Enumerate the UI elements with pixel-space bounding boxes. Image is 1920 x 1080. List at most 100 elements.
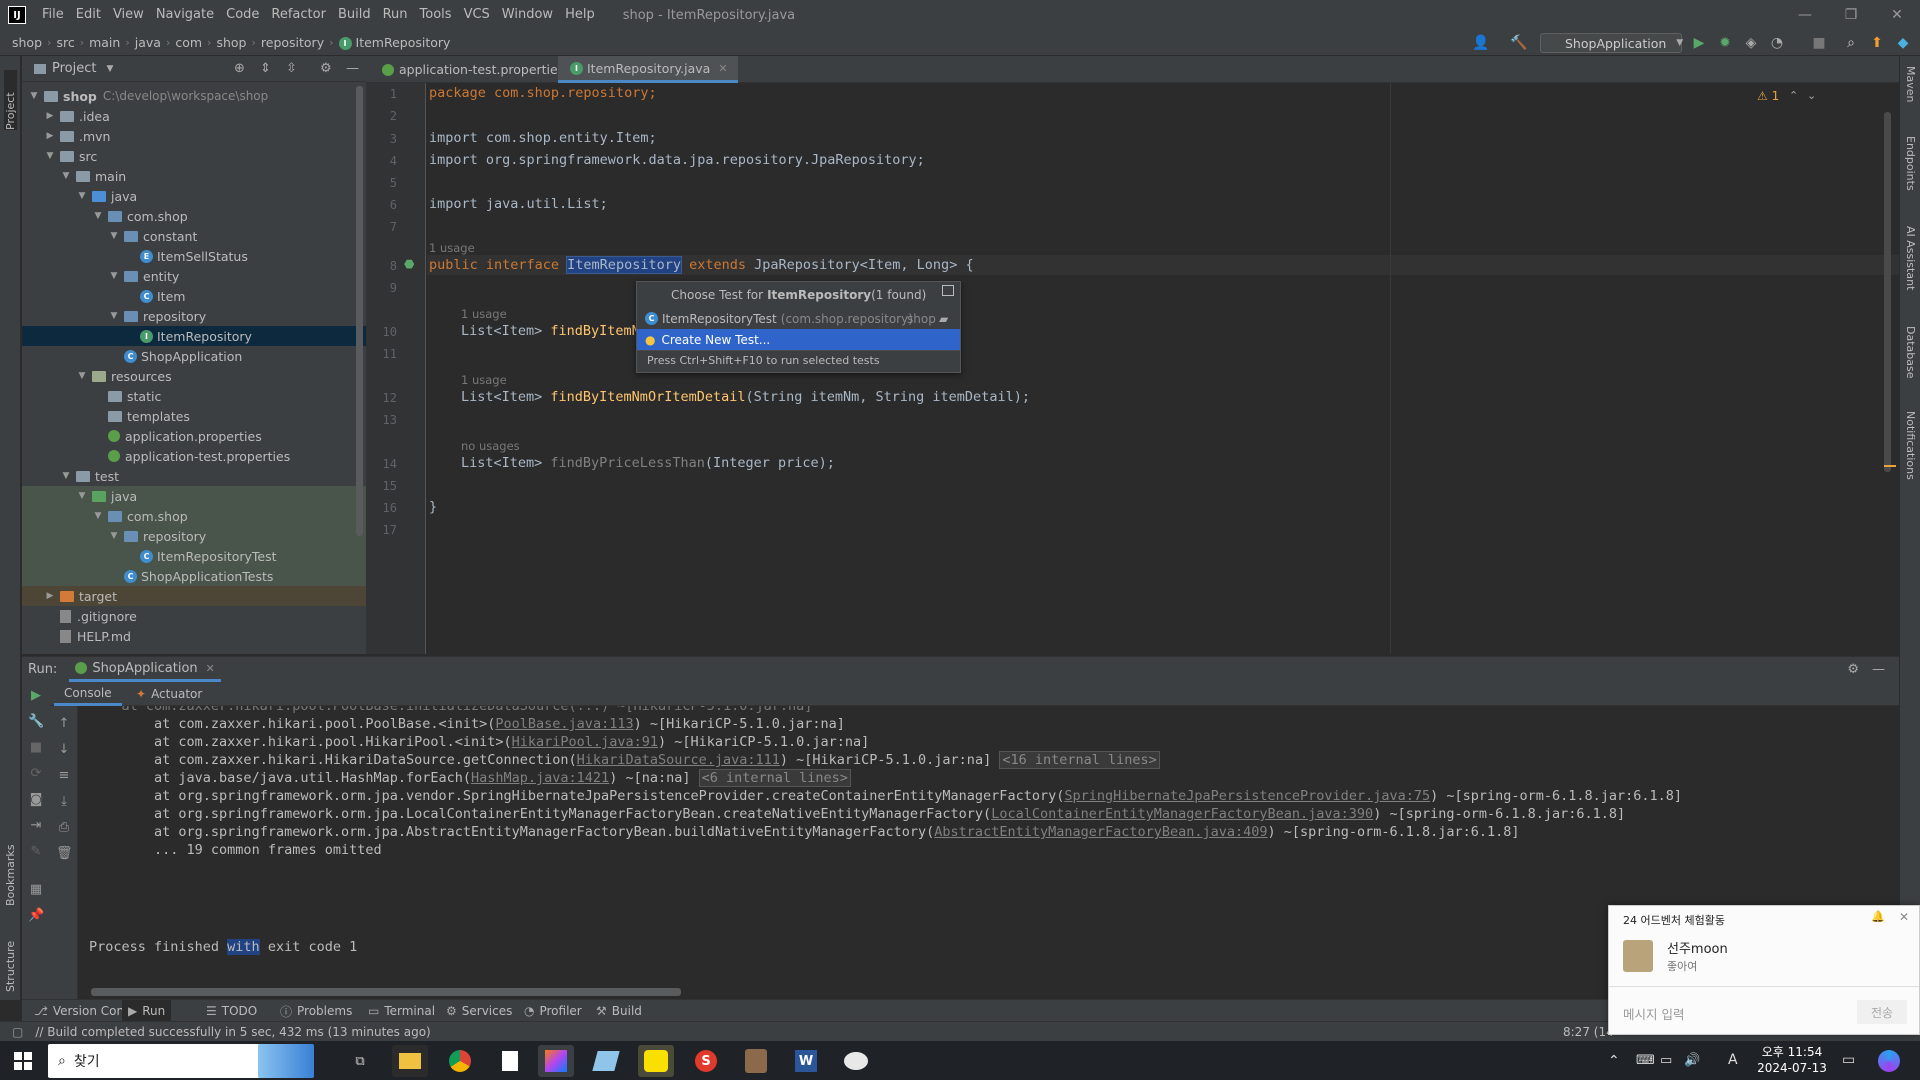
notepad-icon[interactable] <box>588 1045 624 1077</box>
chevron-down-icon[interactable]: ▼ <box>108 531 120 541</box>
avatar[interactable] <box>1623 940 1653 972</box>
chevron-down-icon[interactable]: ▼ <box>60 171 72 181</box>
run-icon[interactable]: ▶ <box>1690 34 1708 52</box>
project-tool-tab[interactable]: Project <box>4 70 17 130</box>
line-number[interactable]: 17 <box>383 523 397 537</box>
exit-icon[interactable]: ⇥ <box>28 818 44 833</box>
database-tool-tab[interactable]: Database <box>1904 326 1917 379</box>
tree-item[interactable]: static <box>22 386 366 406</box>
internal-lines-badge[interactable]: <16 internal lines> <box>999 751 1160 769</box>
usage-hint-text[interactable]: 1 usage <box>429 241 475 255</box>
tree-item[interactable]: HELP.md <box>22 626 366 646</box>
breadcrumb-item[interactable]: shop <box>12 35 42 50</box>
tool-tab-todo[interactable]: ☰ TODO <box>200 1000 263 1022</box>
structure-tool-tab[interactable]: Structure <box>4 922 17 992</box>
usage-hint[interactable]: 1 usage <box>429 240 475 256</box>
tray-chevron-icon[interactable]: ⌃ <box>1608 1053 1620 1069</box>
layout-icon[interactable]: ▦ <box>28 882 44 897</box>
pin-icon[interactable]: ✎ <box>28 844 44 859</box>
chevron-down-icon[interactable]: ⌄ <box>1807 89 1816 102</box>
line-number[interactable]: 14 <box>383 457 397 471</box>
update-icon[interactable]: ⬆ <box>1868 34 1886 52</box>
tool-tab-build[interactable]: ⚒ Build <box>590 1000 648 1022</box>
method-name[interactable]: findByItemNmOrItemDetail <box>550 389 745 405</box>
tool-tab-terminal[interactable]: ▭ Terminal <box>362 1000 441 1022</box>
source-link[interactable]: PoolBase.java:113 <box>495 716 633 732</box>
tree-item[interactable]: ▼ java <box>22 186 366 206</box>
stop-icon[interactable]: ■ <box>1810 34 1828 52</box>
tree-item[interactable]: ▼ test <box>22 466 366 486</box>
print-icon[interactable]: ⎙ <box>56 820 72 835</box>
send-button[interactable]: 전송 <box>1857 1000 1907 1024</box>
tree-item[interactable]: ▶ .idea <box>22 106 366 126</box>
minimize-icon[interactable]: — <box>1782 0 1828 30</box>
message-input[interactable]: 메시지 입력 <box>1623 1004 1684 1023</box>
source-link[interactable]: HikariDataSource.java:111 <box>577 752 780 768</box>
project-panel-title[interactable]: Project <box>52 61 96 76</box>
caret-position[interactable]: 8:27 (14 <box>1563 1025 1614 1039</box>
tree-item[interactable]: ▼ repository <box>22 306 366 326</box>
line-number[interactable]: 2 <box>390 109 397 123</box>
chevron-down-icon[interactable]: ▼ <box>106 64 113 74</box>
debug-icon[interactable]: ✹ <box>1716 34 1734 52</box>
source-link[interactable]: LocalContainerEntityManagerFactoryBean.j… <box>991 806 1373 822</box>
menu-build[interactable]: Build <box>332 0 377 30</box>
ime-indicator[interactable]: A <box>1728 1052 1738 1068</box>
line-number[interactable]: 1 <box>390 87 397 101</box>
interface-name[interactable]: ItemRepository <box>566 256 682 274</box>
line-number[interactable]: 6 <box>390 198 397 212</box>
keyboard-icon[interactable]: ⌨ <box>1636 1053 1655 1068</box>
tab-console[interactable]: Console <box>54 682 122 706</box>
breadcrumb-item[interactable]: I ItemRepository <box>338 35 450 50</box>
status-toggle-icon[interactable]: ▢ <box>12 1025 23 1039</box>
pin-popup-icon[interactable] <box>942 285 954 296</box>
tool-tab-problems[interactable]: ⓘ Problems <box>274 1000 358 1022</box>
tree-item[interactable]: ▼ src <box>22 146 366 166</box>
kakaotalk-icon[interactable] <box>638 1045 674 1077</box>
ai-assistant-tool-tab[interactable]: AI Assistant <box>1904 226 1917 290</box>
menu-file[interactable]: File <box>36 0 70 30</box>
build-hammer-icon[interactable]: 🔨 <box>1510 34 1528 52</box>
tool-tab-run[interactable]: ▶ Run <box>122 1000 172 1022</box>
tree-item[interactable]: application.properties <box>22 426 366 446</box>
restore-icon[interactable]: ❐ <box>1828 0 1874 30</box>
close-icon[interactable]: ✕ <box>1899 910 1909 924</box>
source-link[interactable]: AbstractEntityManagerFactoryBean.java:40… <box>934 824 1267 840</box>
breadcrumb-item[interactable]: com <box>175 35 202 50</box>
hide-panel-icon[interactable]: — <box>1872 662 1885 677</box>
chevron-down-icon[interactable]: ▼ <box>76 191 88 201</box>
file-explorer-icon[interactable] <box>392 1045 428 1077</box>
tree-item[interactable]: ▼ shop C:\develop\workspace\shop <box>22 86 366 106</box>
tree-item[interactable]: I ItemRepository <box>22 326 366 346</box>
task-view-icon[interactable]: ⧉ <box>342 1045 378 1077</box>
maven-tool-tab[interactable]: Maven <box>1904 66 1917 102</box>
notifications-tool-tab[interactable]: Notifications <box>1904 411 1917 480</box>
test-list-item[interactable]: C ItemRepositoryTest (com.shop.repositor… <box>637 308 960 329</box>
chevron-right-icon[interactable]: ▶ <box>44 111 56 121</box>
chevron-right-icon[interactable]: ▶ <box>44 131 56 141</box>
close-tab-icon[interactable]: ✕ <box>718 62 727 75</box>
person-app-icon[interactable] <box>738 1045 774 1077</box>
chevron-down-icon[interactable]: ▼ <box>44 151 56 161</box>
warning-indicator[interactable]: ⚠ 1 <box>1757 89 1779 103</box>
breadcrumb-item[interactable]: src <box>56 35 74 50</box>
word-icon[interactable]: W <box>788 1045 824 1077</box>
menu-window[interactable]: Window <box>496 0 559 30</box>
windows-start-icon[interactable] <box>14 1052 32 1070</box>
tree-item[interactable]: C ShopApplicationTests <box>22 566 366 586</box>
chevron-down-icon[interactable]: ▼ <box>92 511 104 521</box>
line-number[interactable]: 12 <box>383 391 397 405</box>
line-number[interactable]: 13 <box>383 413 397 427</box>
arrow-down-icon[interactable]: ↓ <box>56 742 72 757</box>
scroll-to-end-icon[interactable]: ⤓ <box>56 794 72 809</box>
menu-view[interactable]: View <box>107 0 150 30</box>
tree-item[interactable]: templates <box>22 406 366 426</box>
source-link[interactable]: HikariPool.java:91 <box>512 734 658 750</box>
plugin-icon[interactable]: ◆ <box>1894 34 1912 52</box>
tree-item[interactable]: ▼ main <box>22 166 366 186</box>
warning-stripe-mark[interactable] <box>1884 465 1896 467</box>
chevron-down-icon[interactable]: ▼ <box>28 91 40 101</box>
bookmarks-tool-tab[interactable]: Bookmarks <box>4 826 17 906</box>
document-icon[interactable] <box>492 1045 528 1077</box>
copilot-icon[interactable] <box>1878 1050 1900 1072</box>
